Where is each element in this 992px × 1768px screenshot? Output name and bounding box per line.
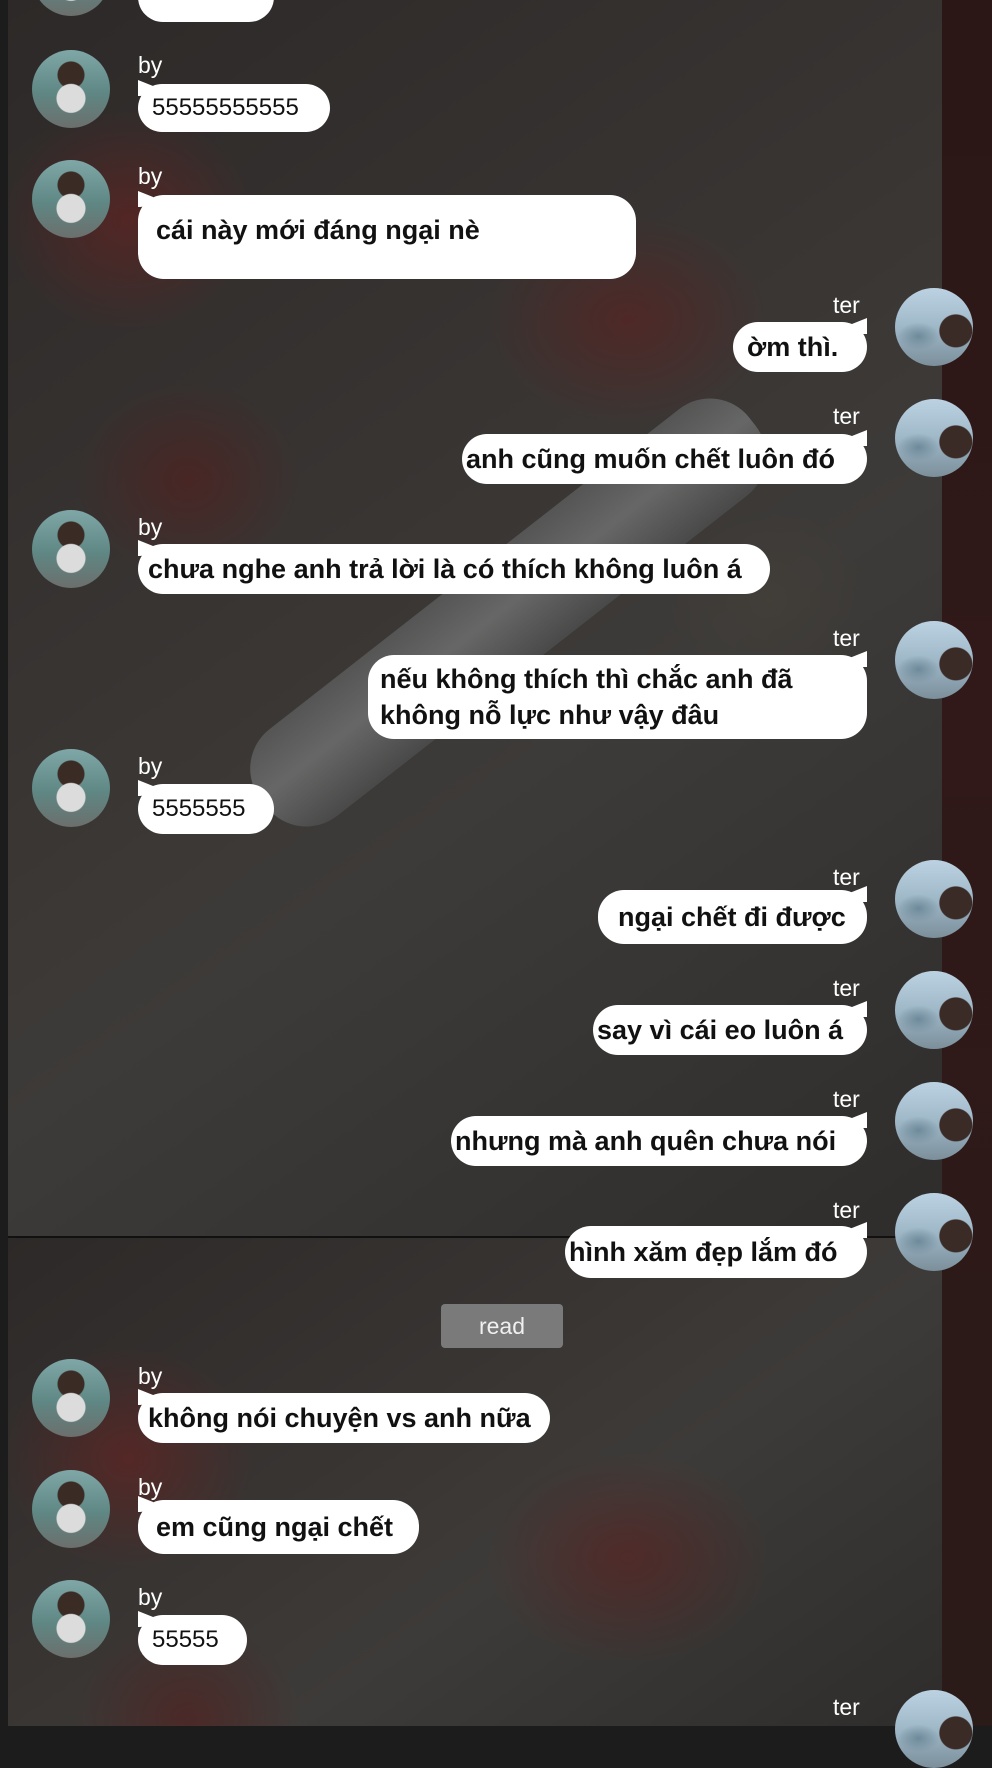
message-bubble[interactable]: anh cũng muốn chết luôn đó xyxy=(462,434,867,484)
message-bubble[interactable]: 55555 xyxy=(138,1615,247,1665)
avatar-by[interactable] xyxy=(32,1580,110,1658)
message-bubble[interactable]: chưa nghe anh trả lời là có thích không … xyxy=(138,544,770,594)
avatar-ter[interactable] xyxy=(895,621,973,699)
sender-name: by xyxy=(138,1363,163,1389)
avatar-by[interactable] xyxy=(32,50,110,128)
message-bubble[interactable]: cái này mới đáng ngại nè xyxy=(138,195,636,279)
sender-name: by xyxy=(138,1584,163,1610)
avatar-ter[interactable] xyxy=(895,399,973,477)
avatar-ter[interactable] xyxy=(895,860,973,938)
avatar-by[interactable] xyxy=(32,1470,110,1548)
sender-name: ter xyxy=(833,975,860,1001)
sender-name: ter xyxy=(833,403,860,429)
sender-name: ter xyxy=(833,1694,860,1720)
sender-name: by xyxy=(138,1474,163,1500)
sender-name: ter xyxy=(833,292,860,318)
read-status-badge: read xyxy=(441,1304,563,1348)
sender-name: by xyxy=(138,753,163,779)
avatar-ter[interactable] xyxy=(895,1193,973,1271)
sender-name: ter xyxy=(833,864,860,890)
message-bubble[interactable]: nếu không thích thì chắc anh đã không nỗ… xyxy=(368,655,867,739)
avatar-by[interactable] xyxy=(32,749,110,827)
sender-name: ter xyxy=(833,1086,860,1112)
message-bubble[interactable]: hình xăm đẹp lắm đó xyxy=(565,1226,867,1278)
sender-name: by xyxy=(138,514,163,540)
avatar-by[interactable] xyxy=(32,1359,110,1437)
sender-name: ter xyxy=(833,1197,860,1223)
message-bubble[interactable]: không nói chuyện vs anh nữa xyxy=(138,1393,550,1443)
avatar-ter[interactable] xyxy=(895,288,973,366)
message-bubble[interactable]: ờm thì. xyxy=(733,322,867,372)
sender-name: ter xyxy=(833,625,860,651)
sender-name: by xyxy=(138,163,163,189)
message-bubble[interactable]: say vì cái eo luôn á xyxy=(593,1005,867,1055)
sender-name: by xyxy=(138,52,163,78)
partial-message-bubble[interactable] xyxy=(138,0,274,22)
avatar-by[interactable] xyxy=(32,160,110,238)
message-bubble[interactable]: 5555555 xyxy=(138,784,274,834)
message-bubble[interactable]: em cũng ngại chết xyxy=(138,1500,419,1554)
message-bubble[interactable]: nhưng mà anh quên chưa nói xyxy=(451,1116,867,1166)
avatar-ter[interactable] xyxy=(895,971,973,1049)
avatar-by[interactable] xyxy=(32,510,110,588)
avatar-ter[interactable] xyxy=(895,1082,973,1160)
message-bubble[interactable]: ngại chết đi được xyxy=(598,890,867,944)
message-bubble[interactable]: 55555555555 xyxy=(138,84,330,132)
avatar-ter[interactable] xyxy=(895,1690,973,1768)
